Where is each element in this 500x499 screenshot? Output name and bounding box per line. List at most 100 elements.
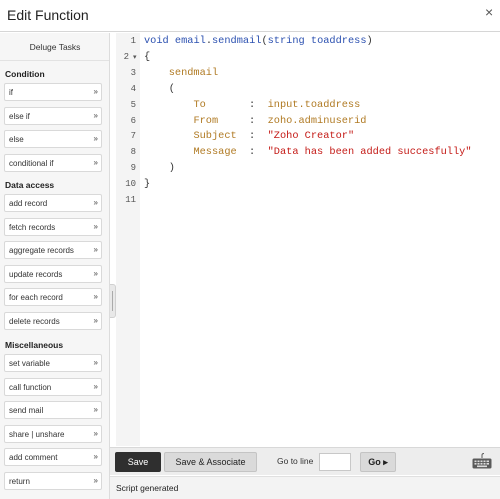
double-chevron-right-icon: »	[93, 268, 98, 278]
code-token: Subject	[193, 130, 237, 143]
code-token: :	[236, 146, 268, 159]
code-token: From	[193, 114, 219, 127]
code-line: From : zoho.adminuserid	[144, 115, 366, 127]
double-chevron-right-icon: »	[93, 452, 98, 461]
keyboard-icon[interactable]	[472, 453, 492, 469]
code-token: email	[174, 35, 206, 47]
line-number: 5	[130, 99, 136, 110]
code-line: Subject : "Zoho Creator"	[144, 130, 354, 142]
task-label: if	[9, 88, 13, 97]
double-chevron-right-icon: »	[93, 315, 98, 325]
task-item-for-each-record[interactable]: for each record »	[4, 288, 102, 306]
task-label: update records	[9, 269, 63, 279]
task-label: for each record	[9, 293, 63, 302]
task-label: add comment	[9, 453, 58, 462]
code-token: {	[144, 50, 151, 63]
task-item-if[interactable]: if »	[4, 83, 102, 101]
line-number-gutter: 1 2 3 4 5 6 7 8 9 10 11 ▾	[116, 33, 140, 446]
line-number: 11	[125, 195, 136, 205]
code-editor[interactable]: 1 2 3 4 5 6 7 8 9 10 11 ▾ void email.sendmail(strin…	[116, 33, 500, 446]
code-line: (	[144, 83, 175, 95]
code-token: input.toaddress	[267, 98, 361, 111]
task-item-aggregate-records[interactable]: aggregate records »	[4, 241, 102, 259]
goto-line-input[interactable]	[319, 453, 351, 471]
code-line: Message : "Data has been added succesful…	[144, 146, 471, 159]
code-token: toaddress	[310, 35, 367, 47]
code-token: To	[193, 98, 206, 111]
double-chevron-right-icon: »	[93, 198, 98, 207]
task-label: return	[9, 476, 30, 486]
task-item-else-if[interactable]: else if »	[4, 106, 102, 125]
code-token: }	[144, 178, 151, 191]
save-associate-button[interactable]: Save & Associate	[164, 452, 257, 472]
code-line: To : input.toaddress	[144, 99, 360, 111]
double-chevron-right-icon: »	[93, 292, 98, 301]
task-label: fetch records	[9, 222, 56, 232]
code-token: Message	[193, 146, 237, 159]
code-line: void email.sendmail(string toaddress)	[144, 35, 373, 47]
line-number: 4	[130, 83, 136, 94]
line-number: 7	[130, 131, 136, 142]
task-item-else[interactable]: else »	[4, 130, 102, 148]
double-chevron-right-icon: »	[93, 358, 98, 367]
task-label: else	[9, 135, 24, 144]
code-token: string	[267, 35, 305, 47]
task-item-return[interactable]: return »	[4, 471, 102, 490]
task-item-update-records[interactable]: update records »	[4, 264, 102, 283]
task-label: send mail	[9, 406, 44, 415]
task-label: set variable	[9, 359, 50, 368]
task-item-set-variable[interactable]: set variable »	[4, 354, 102, 372]
section-heading: Miscellaneous	[5, 340, 64, 350]
deluge-tasks-panel: Deluge Tasks Condition if» else if» else» co…	[0, 33, 110, 499]
status-bar: Script generated	[110, 476, 500, 499]
line-number: 3	[130, 67, 136, 78]
task-item-delete-records[interactable]: delete records »	[4, 311, 102, 330]
code-token: )	[366, 35, 373, 47]
task-item-conditional-if[interactable]: conditional if »	[4, 153, 102, 172]
line-number: 8	[130, 147, 136, 158]
task-label: else if	[9, 111, 30, 121]
task-item-send-mail[interactable]: send mail »	[4, 401, 102, 419]
code-token: sendmail	[168, 66, 219, 79]
code-token: sendmail	[212, 35, 262, 47]
line-number: 1	[130, 36, 136, 46]
status-message: Script generated	[116, 483, 179, 493]
dialog-title: Edit Function	[7, 7, 89, 23]
double-chevron-right-icon: »	[93, 475, 98, 485]
dialog-header: Edit Function ×	[0, 0, 500, 32]
code-line: }	[144, 178, 150, 190]
line-number: 10	[125, 179, 136, 190]
line-number: 6	[130, 115, 136, 126]
code-token: )	[144, 162, 175, 175]
double-chevron-right-icon: »	[93, 428, 98, 438]
section-heading: Condition	[5, 69, 45, 79]
task-item-add-comment[interactable]: add comment »	[4, 448, 102, 466]
save-button[interactable]: Save	[115, 452, 161, 472]
go-button[interactable]: Go ▸	[360, 452, 396, 472]
task-item-fetch-records[interactable]: fetch records »	[4, 217, 102, 236]
double-chevron-right-icon: »	[93, 405, 98, 414]
double-chevron-right-icon: »	[93, 87, 98, 96]
task-label: share | unshare	[9, 429, 65, 439]
fold-chevron-icon[interactable]: ▾	[133, 53, 137, 61]
sidebar-header: Deluge Tasks	[0, 33, 109, 61]
code-line: sendmail	[144, 67, 218, 79]
task-item-add-record[interactable]: add record »	[4, 194, 102, 212]
task-item-call-function[interactable]: call function »	[4, 377, 102, 396]
close-icon[interactable]: ×	[485, 4, 493, 20]
task-label: aggregate records	[9, 246, 74, 255]
goto-line-label: Go to line	[277, 456, 314, 466]
task-label: conditional if	[9, 158, 54, 168]
code-line: )	[144, 162, 175, 174]
section-heading: Data access	[5, 180, 55, 190]
double-chevron-right-icon: »	[93, 110, 98, 120]
line-number: 2	[123, 51, 129, 62]
editor-toolbar: Save Save & Associate Go to line Go ▸	[110, 447, 500, 475]
task-item-share-unshare[interactable]: share | unshare »	[4, 424, 102, 443]
line-number: 9	[130, 163, 136, 174]
code-token: void	[144, 35, 169, 47]
